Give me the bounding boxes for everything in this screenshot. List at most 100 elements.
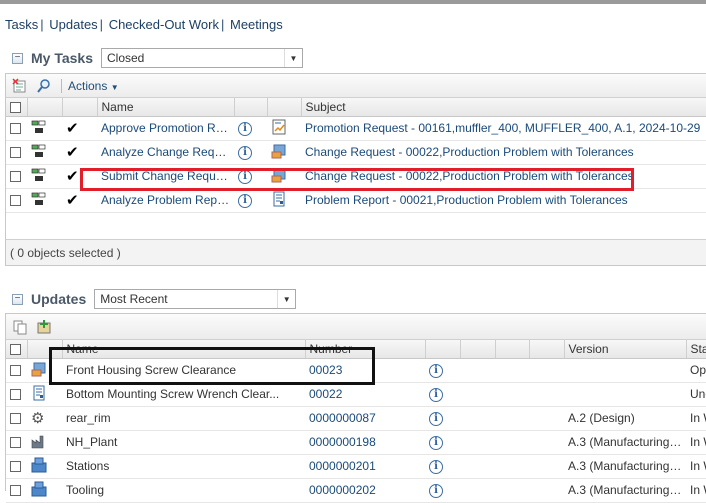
info-cell: i [234, 140, 267, 165]
info-icon[interactable]: i [429, 363, 443, 378]
caret-down-icon: ▼ [110, 82, 119, 92]
task-name-link[interactable]: Submit Change Request [101, 169, 232, 183]
object-name[interactable]: Stations [66, 459, 109, 473]
select-all-checkbox[interactable] [10, 102, 21, 114]
nav-tasks[interactable]: Tasks [5, 17, 38, 32]
actions-menu-button[interactable]: Actions ▼ [68, 79, 119, 93]
task-name-link[interactable]: Approve Promotion Req... [101, 121, 234, 135]
gear-icon: ⚙ [31, 410, 45, 427]
object-name[interactable]: Tooling [66, 483, 104, 497]
object-name[interactable]: Bottom Mounting Screw Wrench Clear... [66, 387, 279, 401]
updates-title: Updates [31, 291, 87, 307]
type-cell [27, 478, 62, 503]
object-name[interactable]: rear_rim [66, 411, 111, 425]
state-column-header[interactable]: Stat [686, 340, 706, 359]
collapse-icon[interactable]: − [12, 52, 23, 64]
subject-column-header[interactable]: Subject [301, 98, 706, 117]
object-number-link[interactable]: 0000000202 [309, 483, 376, 497]
chevron-down-icon: ▼ [284, 49, 302, 67]
my-tasks-title: My Tasks [31, 50, 93, 66]
info-icon[interactable]: i [429, 411, 443, 426]
name-column-header[interactable]: Name [62, 340, 306, 359]
nav-checked-out-work[interactable]: Checked-Out Work [109, 17, 219, 32]
empty-column-header [460, 340, 496, 359]
object-name[interactable]: Front Housing Screw Clearance [66, 363, 236, 377]
object-number-link[interactable]: 0000000087 [309, 411, 376, 425]
my-tasks-panel: Actions ▼ Name Subject ✔ Approve Promoti… [5, 73, 706, 266]
info-icon[interactable]: i [429, 435, 443, 450]
export-excel-icon[interactable] [11, 77, 29, 95]
version-column-header[interactable]: Version [564, 340, 687, 359]
name-column-header[interactable]: Name [97, 98, 235, 117]
row-checkbox[interactable] [10, 147, 21, 159]
subject-link[interactable]: Change Request - 00022,Production Proble… [305, 145, 634, 159]
subject-link[interactable]: Change Request - 00022,Production Proble… [305, 169, 634, 183]
select-all-header [6, 98, 28, 117]
row-checkbox[interactable] [10, 413, 21, 425]
info-icon[interactable]: i [238, 121, 252, 136]
task-name-link[interactable]: Analyze Problem Report [101, 193, 231, 207]
type-cell [27, 430, 62, 455]
row-select-cell [6, 406, 27, 431]
search-icon[interactable] [35, 77, 53, 95]
number-column-header[interactable]: Number [305, 340, 426, 359]
nav-meetings[interactable]: Meetings [230, 17, 283, 32]
row-checkbox[interactable] [10, 461, 21, 473]
info-icon[interactable]: i [429, 459, 443, 474]
type-column-header[interactable] [27, 98, 63, 117]
type-column-header[interactable] [27, 340, 63, 359]
task-type-cell [27, 164, 62, 189]
workflow-task-icon [31, 168, 47, 182]
number-cell: 0000000201 [305, 454, 425, 479]
object-number-link[interactable]: 00023 [309, 363, 342, 377]
row-checkbox[interactable] [10, 171, 21, 183]
object-name[interactable]: NH_Plant [66, 435, 117, 449]
name-cell: Front Housing Screw Clearance [62, 358, 305, 383]
row-select-cell [6, 358, 27, 383]
subject-type-cell [267, 140, 301, 165]
my-tasks-filter-select[interactable]: Closed ▼ [101, 48, 303, 68]
table-header-row: Name Number Version Stat [6, 340, 706, 359]
info-icon[interactable]: i [238, 145, 252, 160]
checkmark-icon: ✔ [66, 168, 79, 185]
info-column-header [425, 340, 461, 359]
subject-link[interactable]: Promotion Request - 00161,muffler_400, M… [305, 121, 700, 135]
updates-toolbar [6, 314, 706, 340]
name-cell: Stations [62, 454, 305, 479]
updates-filter-value: Most Recent [100, 292, 168, 306]
row-checkbox[interactable] [10, 437, 21, 449]
collapse-icon[interactable]: − [12, 293, 23, 305]
info-icon[interactable]: i [429, 387, 443, 402]
object-number-link[interactable]: 0000000198 [309, 435, 376, 449]
info-icon[interactable]: i [238, 169, 252, 184]
info-icon[interactable]: i [238, 193, 252, 208]
state-cell: In W [686, 454, 706, 479]
table-row: NH_Plant 0000000198 i A.3 (Manufacturing… [6, 430, 706, 455]
number-cell: 00023 [305, 358, 425, 383]
task-name-link[interactable]: Analyze Change Request [101, 145, 234, 159]
problem-report-icon [271, 191, 287, 210]
version-cell: A.2 (Design) [564, 406, 686, 431]
copy-icon[interactable] [11, 318, 29, 336]
name-cell: NH_Plant [62, 430, 305, 455]
row-checkbox[interactable] [10, 389, 21, 401]
status-cell: ✔ [62, 164, 97, 189]
nav-updates[interactable]: Updates [49, 17, 97, 32]
object-number-link[interactable]: 00022 [309, 387, 342, 401]
stations-icon [31, 457, 47, 476]
type-cell: ⚙ [27, 406, 62, 431]
add-to-workspace-icon[interactable] [35, 318, 53, 336]
table-header-row: Name Subject [6, 98, 706, 117]
status-column-header[interactable] [62, 98, 98, 117]
row-checkbox[interactable] [10, 123, 21, 135]
row-checkbox[interactable] [10, 195, 21, 207]
toolbar-divider [61, 78, 62, 93]
subject-link[interactable]: Problem Report - 00021,Production Proble… [305, 193, 628, 207]
workflow-task-icon [31, 144, 47, 158]
select-all-checkbox[interactable] [10, 344, 21, 356]
workflow-task-icon [31, 120, 47, 134]
row-checkbox[interactable] [10, 365, 21, 377]
object-number-link[interactable]: 0000000201 [309, 459, 376, 473]
status-cell: ✔ [62, 116, 97, 141]
updates-filter-select[interactable]: Most Recent ▼ [94, 289, 297, 309]
